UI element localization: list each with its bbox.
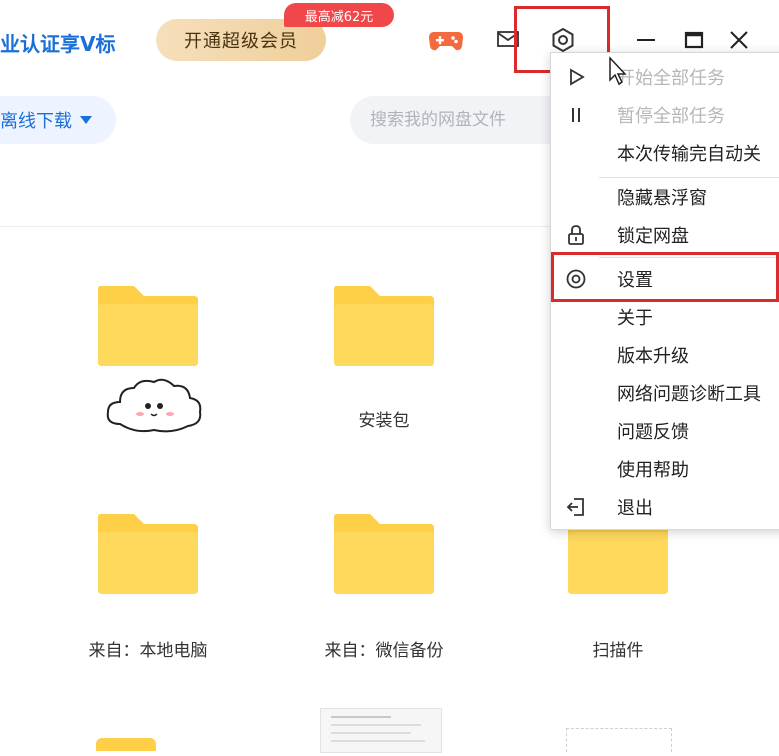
- menu-item-auto-shutdown[interactable]: 本次传输完自动关: [551, 135, 779, 171]
- play-icon: [565, 66, 587, 88]
- folder-icon[interactable]: [332, 282, 436, 368]
- menu-item-network-diagnostic[interactable]: 网络问题诊断工具: [551, 375, 779, 411]
- menu-separator: [599, 177, 779, 178]
- promo-badge: 最高减62元: [284, 3, 394, 27]
- menu-item-about[interactable]: 关于: [551, 299, 779, 335]
- lock-icon: [565, 224, 587, 246]
- menu-item-label: 开始全部任务: [617, 68, 725, 89]
- search-input[interactable]: [368, 109, 562, 131]
- menu-item-label: 关于: [617, 308, 653, 329]
- menu-item-label: 退出: [617, 498, 653, 519]
- exit-icon: [565, 496, 587, 518]
- menu-item-label: 使用帮助: [617, 460, 689, 481]
- gamepad-icon[interactable]: [428, 28, 464, 52]
- menu-item-label: 问题反馈: [617, 422, 689, 443]
- menu-item-upgrade[interactable]: 版本升级: [551, 337, 779, 373]
- maximize-button[interactable]: [680, 26, 708, 54]
- menu-item-label: 版本升级: [617, 346, 689, 367]
- cloud-sticker: [102, 376, 206, 436]
- chevron-down-icon: [80, 116, 92, 124]
- menu-item-lock[interactable]: 锁定网盘: [551, 217, 779, 253]
- menu-item-label: 锁定网盘: [617, 226, 689, 247]
- settings-menu-highlight: [551, 252, 779, 302]
- file-thumbnail[interactable]: [566, 728, 672, 752]
- offline-download-button[interactable]: 离线下载: [0, 96, 116, 144]
- menu-item-hide-floating-window[interactable]: 隐藏悬浮窗: [551, 179, 779, 215]
- menu-item-exit[interactable]: 退出: [551, 489, 779, 525]
- menu-item-pause-all[interactable]: 暂停全部任务: [551, 97, 779, 133]
- folder-icon[interactable]: [96, 510, 200, 596]
- menu-item-label: 隐藏悬浮窗: [617, 188, 707, 209]
- folder-label: 来自：本地电脑: [88, 641, 208, 661]
- menu-item-feedback[interactable]: 问题反馈: [551, 413, 779, 449]
- brand-text: 业认证享V标: [0, 32, 116, 56]
- folder-label: 扫描件: [592, 641, 644, 661]
- mouse-cursor-icon: [608, 56, 628, 86]
- menu-item-label: 本次传输完自动关: [617, 144, 761, 165]
- folder-icon[interactable]: [332, 510, 436, 596]
- menu-item-label: 暂停全部任务: [617, 106, 725, 127]
- menu-item-start-all[interactable]: 开始全部任务: [551, 59, 779, 95]
- document-thumbnail[interactable]: [320, 708, 442, 753]
- menu-item-label: 网络问题诊断工具: [617, 384, 761, 405]
- folder-label: 来自：微信备份: [324, 641, 444, 661]
- minimize-button[interactable]: [632, 26, 660, 54]
- menu-item-help[interactable]: 使用帮助: [551, 451, 779, 487]
- folder-icon[interactable]: [96, 282, 200, 368]
- close-button[interactable]: [725, 26, 753, 54]
- folder-icon[interactable]: [96, 738, 156, 751]
- pause-icon: [565, 104, 587, 126]
- offline-download-label: 离线下载: [0, 111, 72, 132]
- folder-label: 安装包: [358, 411, 410, 431]
